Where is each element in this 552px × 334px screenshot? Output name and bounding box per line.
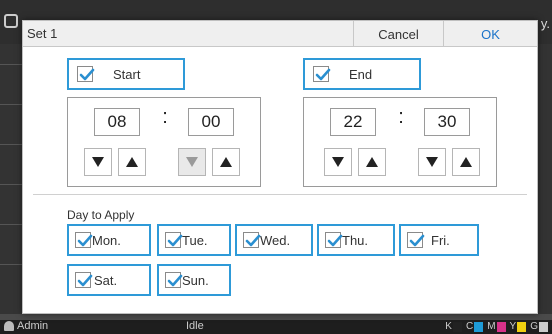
ink-indicator: C: [465, 321, 484, 332]
time-separator: :: [162, 106, 168, 128]
triangle-up-icon: [126, 157, 138, 167]
ok-button[interactable]: OK: [443, 21, 537, 47]
day-label: Sat.: [94, 272, 118, 288]
user-label: Admin: [17, 320, 49, 332]
day-checkbox-mon[interactable]: Mon.: [67, 224, 151, 256]
checkmark-icon: [165, 272, 183, 288]
start-time-panel: 08 : 00: [67, 97, 261, 187]
end-minute-down-button[interactable]: [418, 148, 446, 176]
set-dialog: Set 1 Cancel OK Start End 08 : 00 22: 3…: [22, 20, 538, 314]
ink-levels: KCMYG: [445, 321, 548, 332]
time-separator: :: [398, 106, 404, 128]
ink-swatch: [474, 321, 484, 332]
status-bar: Admin Idle K C M Y G: [0, 320, 552, 334]
end-hour-up-button[interactable]: [358, 148, 386, 176]
day-checkbox-tue[interactable]: Tue.: [157, 224, 231, 256]
ink-indicator: G: [530, 321, 548, 332]
start-label: Start: [113, 66, 141, 82]
start-hour-field[interactable]: 08: [94, 108, 140, 136]
triangle-down-icon: [92, 157, 104, 167]
checkmark-icon: [75, 232, 93, 248]
start-minute-up-button[interactable]: [212, 148, 240, 176]
triangle-down-icon: [332, 157, 344, 167]
ink-letter: Y: [509, 321, 517, 332]
day-label: Wed.: [260, 232, 291, 248]
ink-swatch: [539, 321, 548, 332]
checkmark-icon: [165, 232, 183, 248]
end-time-panel: 22 : 30: [303, 97, 497, 187]
day-label: Sun.: [182, 272, 209, 288]
start-hour-up-button[interactable]: [118, 148, 146, 176]
ink-letter: K: [445, 321, 452, 332]
home-icon: [4, 14, 18, 28]
user-indicator: Admin: [4, 320, 48, 332]
day-checkbox-fri[interactable]: Fri.: [399, 224, 479, 256]
start-minute-down-button[interactable]: [178, 148, 206, 176]
ink-letter: M: [487, 321, 496, 332]
ink-swatch: [496, 321, 506, 332]
day-label: Fri.: [431, 232, 450, 248]
checkmark-icon: [77, 66, 95, 82]
start-checkbox[interactable]: Start: [67, 58, 185, 90]
checkmark-icon: [325, 232, 343, 248]
triangle-up-icon: [220, 157, 232, 167]
triangle-down-icon: [426, 157, 438, 167]
day-to-apply-heading: Day to Apply: [67, 208, 135, 222]
end-checkbox[interactable]: End: [303, 58, 421, 90]
background-title-fragment: y.: [540, 16, 550, 31]
checkmark-icon: [313, 66, 331, 82]
checkmark-icon: [407, 232, 425, 248]
ink-letter: C: [465, 321, 474, 332]
end-minute-field[interactable]: 30: [424, 108, 470, 136]
end-label: End: [349, 66, 373, 82]
day-checkbox-thu[interactable]: Thu.: [317, 224, 395, 256]
end-hour-field[interactable]: 22: [330, 108, 376, 136]
end-minute-up-button[interactable]: [452, 148, 480, 176]
checkmark-icon: [75, 272, 93, 288]
day-label: Mon.: [92, 232, 121, 248]
triangle-down-icon: [186, 157, 198, 167]
cancel-button[interactable]: Cancel: [353, 21, 443, 47]
dialog-header: Set 1 Cancel OK: [23, 21, 537, 47]
dialog-body: Start End 08 : 00 22: 30 Day to Apply M…: [23, 48, 537, 313]
section-divider: [33, 194, 527, 195]
ink-indicator: K: [445, 321, 462, 332]
checkmark-icon: [243, 232, 261, 248]
ink-indicator: Y: [510, 321, 527, 332]
day-checkbox-sat[interactable]: Sat.: [67, 264, 151, 296]
ink-swatch: [517, 321, 527, 332]
triangle-up-icon: [460, 157, 472, 167]
day-label: Thu.: [342, 232, 369, 248]
ink-swatch: [452, 321, 462, 332]
background-right-panel: [538, 44, 552, 314]
ink-indicator: M: [487, 321, 506, 332]
triangle-up-icon: [366, 157, 378, 167]
background-left-panel: [0, 44, 22, 314]
day-checkbox-sun[interactable]: Sun.: [157, 264, 231, 296]
start-hour-down-button[interactable]: [84, 148, 112, 176]
day-checkbox-wed[interactable]: Wed.: [235, 224, 313, 256]
start-minute-field[interactable]: 00: [188, 108, 234, 136]
end-hour-down-button[interactable]: [324, 148, 352, 176]
ink-letter: G: [530, 321, 538, 332]
machine-status: Idle: [186, 320, 204, 332]
dialog-title: Set 1: [27, 26, 58, 41]
day-label: Tue.: [182, 232, 208, 248]
user-icon: [4, 321, 14, 331]
